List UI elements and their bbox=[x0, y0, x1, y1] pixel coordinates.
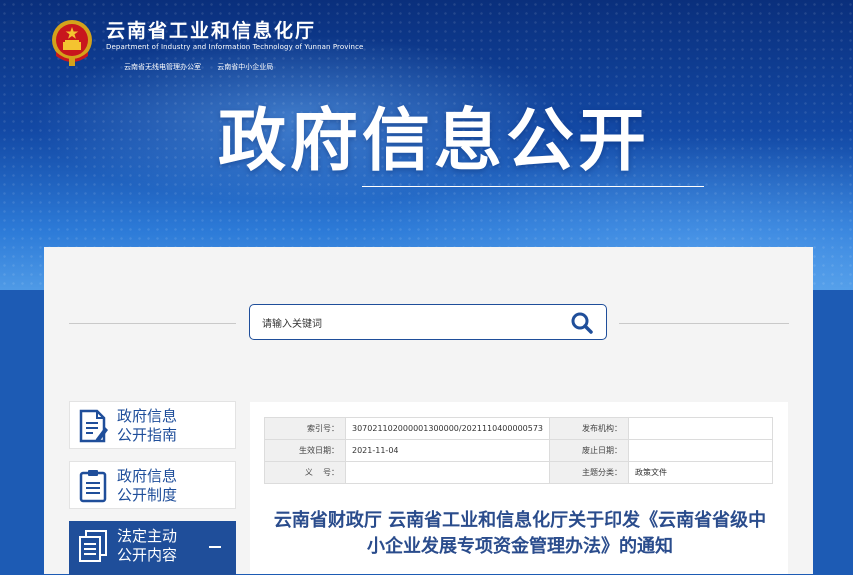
sub-office-sme[interactable]: 云南省中小企业局 bbox=[217, 63, 273, 71]
sidebar-item-label: 法定主动 bbox=[117, 527, 178, 545]
guide-document-icon bbox=[79, 409, 108, 443]
table-row: 义 号： 主题分类： 政策文件 bbox=[264, 461, 773, 484]
sidebar-item-label: 公开指南 bbox=[117, 426, 178, 444]
search-input[interactable] bbox=[260, 313, 554, 335]
documents-icon bbox=[79, 530, 107, 562]
search-box bbox=[249, 304, 607, 340]
sidebar-item-disclosure-guide[interactable]: 政府信息 公开指南 bbox=[69, 401, 236, 449]
meta-value bbox=[628, 439, 773, 462]
document-title: 云南省财政厅 云南省工业和信息化厅关于印发《云南省省级中小企业发展专项资金管理办… bbox=[273, 510, 767, 557]
sidebar-item-label: 公开制度 bbox=[117, 486, 178, 504]
table-row: 生效日期： 2021-11-04 废止日期： bbox=[264, 439, 773, 462]
meta-value bbox=[344, 461, 551, 484]
sidebar-item-disclosure-system[interactable]: 政府信息 公开制度 bbox=[69, 461, 236, 509]
national-emblem-icon bbox=[52, 20, 92, 66]
meta-value: 政策文件 bbox=[628, 461, 773, 484]
table-row: 索引号： 307021102000001300000/2021110400000… bbox=[264, 417, 773, 440]
meta-value bbox=[628, 417, 773, 440]
collapse-minus-icon[interactable] bbox=[209, 546, 221, 548]
sidebar-item-statutory-content[interactable]: 法定主动 公开内容 bbox=[69, 521, 236, 575]
org-name-en: Department of Industry and Information T… bbox=[106, 43, 364, 51]
search-icon[interactable] bbox=[570, 311, 594, 335]
meta-key: 义 号： bbox=[264, 461, 346, 484]
sub-offices: 云南省无线电管理办公室 云南省中小企业局 bbox=[124, 62, 287, 72]
meta-key: 生效日期： bbox=[264, 439, 346, 462]
sub-office-radio[interactable]: 云南省无线电管理办公室 bbox=[124, 63, 201, 71]
document-meta-table: 索引号： 307021102000001300000/2021110400000… bbox=[264, 417, 773, 484]
hero-title: 政府信息公开 bbox=[218, 102, 651, 181]
search-divider-right bbox=[619, 323, 789, 324]
meta-key: 废止日期： bbox=[549, 439, 630, 462]
hero-underline bbox=[362, 186, 704, 187]
search-divider-left bbox=[69, 323, 236, 324]
org-name-cn: 云南省工业和信息化厅 bbox=[106, 20, 317, 42]
clipboard-icon bbox=[79, 470, 107, 503]
meta-value: 307021102000001300000/2021110400000573 bbox=[344, 417, 551, 440]
sidebar-item-label: 政府信息 bbox=[117, 407, 178, 425]
meta-key: 主题分类： bbox=[549, 461, 630, 484]
meta-key: 索引号： bbox=[264, 417, 346, 440]
sidebar-item-label: 公开内容 bbox=[117, 546, 178, 564]
sidebar-item-label: 政府信息 bbox=[117, 467, 178, 485]
meta-value: 2021-11-04 bbox=[344, 439, 551, 462]
meta-key: 发布机构： bbox=[549, 417, 630, 440]
